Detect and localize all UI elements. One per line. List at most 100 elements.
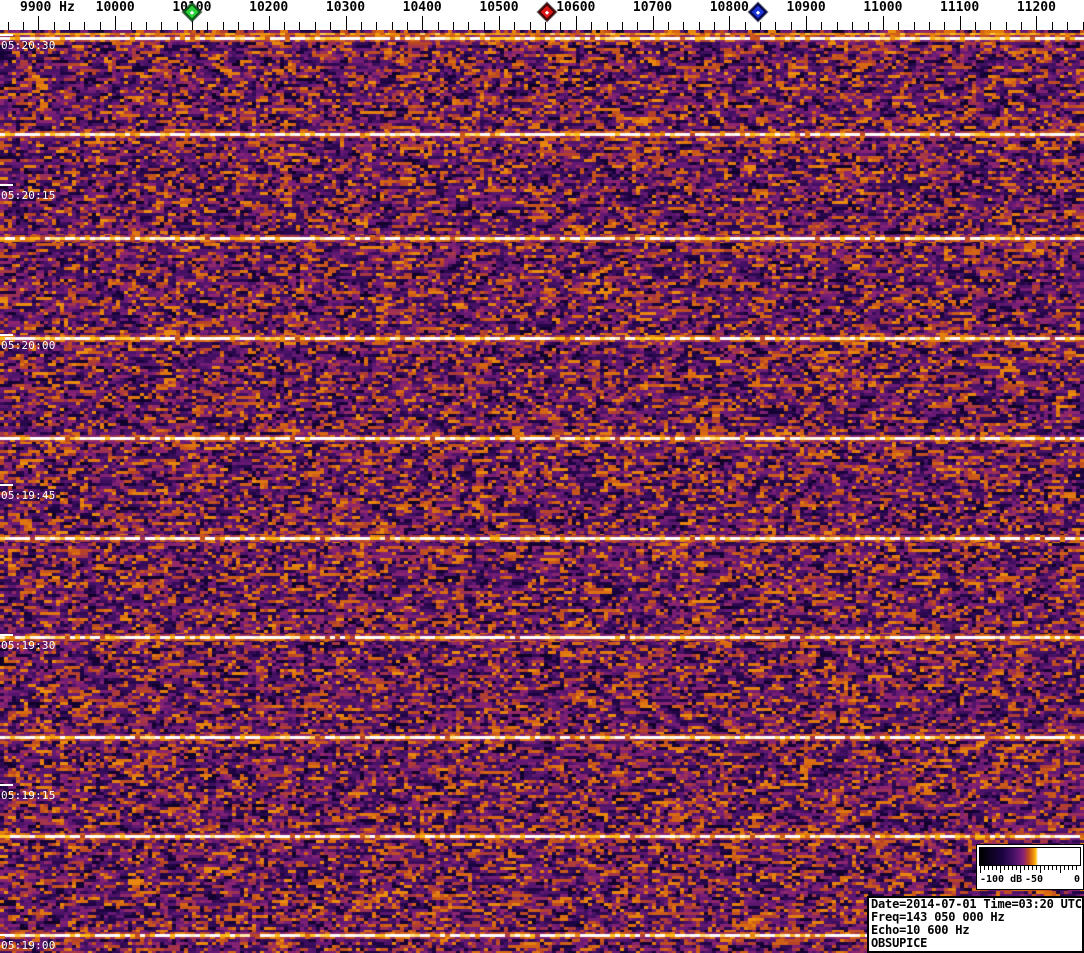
freq-major-tick <box>499 16 500 30</box>
freq-major-tick <box>38 16 40 30</box>
freq-major-tick <box>268 16 270 30</box>
freq-tick-label: 9900 Hz <box>19 0 75 15</box>
spectrogram-app: 9900 Hz100001010010200103001040010500106… <box>0 0 1084 953</box>
freq-minor-tick <box>130 22 132 30</box>
freq-minor-tick <box>222 22 224 30</box>
freq-major-tick <box>652 16 654 30</box>
time-tick <box>0 334 13 336</box>
marker-center-dot <box>189 9 195 15</box>
freq-minor-tick <box>560 22 562 30</box>
freq-minor-tick <box>176 22 178 30</box>
freq-minor-tick <box>591 22 593 30</box>
freq-minor-tick <box>836 22 838 30</box>
freq-minor-tick <box>376 22 378 30</box>
colorbar-major-ticks <box>980 866 1080 873</box>
freq-minor-tick <box>760 22 761 30</box>
freq-minor-tick <box>391 22 393 30</box>
freq-minor-tick <box>667 22 669 30</box>
freq-minor-tick <box>314 22 316 30</box>
freq-tick-label: 11200 <box>1016 0 1056 15</box>
freq-minor-tick <box>621 22 623 30</box>
info-line-station: OBSUPICE <box>871 936 928 950</box>
freq-minor-tick <box>452 22 454 30</box>
freq-minor-tick <box>360 22 362 30</box>
freq-minor-tick <box>852 22 854 30</box>
freq-tick-label: 10500 <box>479 0 519 15</box>
freq-minor-tick <box>637 22 639 30</box>
freq-tick-label: 10400 <box>402 0 442 15</box>
time-label: 05:20:00 <box>1 339 56 352</box>
freq-minor-tick <box>437 22 439 30</box>
frequency-ruler[interactable]: 9900 Hz100001010010200103001040010500106… <box>0 0 1084 30</box>
freq-tick-label: 10700 <box>632 0 673 15</box>
freq-tick-label: 10900 <box>786 0 826 15</box>
time-tick <box>0 184 13 186</box>
freq-tick-label: 10000 <box>95 0 135 15</box>
colorbar-ticks <box>980 866 1080 874</box>
freq-major-tick <box>729 16 731 30</box>
freq-tick-label: 10300 <box>325 0 366 15</box>
freq-minor-tick <box>821 22 823 30</box>
freq-minor-tick <box>1067 22 1069 30</box>
freq-tick-label: 11100 <box>940 0 980 15</box>
freq-major-tick <box>422 16 424 30</box>
freq-minor-tick <box>284 22 286 30</box>
colorbar-label-min: -100 dB <box>980 874 1023 885</box>
time-tick <box>0 34 13 36</box>
time-label: 05:19:30 <box>1 639 56 652</box>
time-tick <box>0 484 13 486</box>
freq-minor-tick <box>898 22 900 30</box>
info-box: Date=2014-07-01 Time=03:20 UTC Freq=143 … <box>867 896 1084 953</box>
freq-minor-tick <box>406 22 408 30</box>
freq-minor-tick <box>299 22 301 30</box>
freq-tick-label: 10200 <box>249 0 289 15</box>
freq-tick-label: 10800 <box>709 0 749 15</box>
freq-major-tick <box>345 16 347 30</box>
freq-major-tick <box>115 16 117 30</box>
freq-minor-tick <box>606 22 608 30</box>
time-tick <box>0 784 13 786</box>
freq-minor-tick <box>1082 22 1084 30</box>
time-label: 05:19:45 <box>1 489 56 502</box>
freq-minor-tick <box>53 22 55 30</box>
freq-minor-tick <box>253 22 255 30</box>
freq-major-tick <box>882 16 884 30</box>
freq-major-tick <box>959 16 961 30</box>
colorbar-label-max: 0 <box>1073 874 1080 885</box>
freq-minor-tick <box>483 22 485 30</box>
freq-minor-tick <box>1005 22 1007 30</box>
freq-minor-tick <box>23 22 24 30</box>
freq-minor-tick <box>330 22 332 30</box>
freq-minor-tick <box>545 22 547 30</box>
freq-minor-tick <box>529 22 531 30</box>
freq-minor-tick <box>1051 22 1053 30</box>
freq-tick-label: 11000 <box>863 0 903 15</box>
time-label: 05:19:00 <box>1 939 56 952</box>
freq-minor-tick <box>99 22 101 30</box>
freq-major-tick <box>575 16 577 30</box>
freq-minor-tick <box>928 22 930 30</box>
freq-minor-tick <box>944 22 946 30</box>
time-tick <box>0 634 13 636</box>
time-label: 05:19:15 <box>1 789 56 802</box>
freq-minor-tick <box>69 22 71 30</box>
freq-minor-tick <box>207 22 209 30</box>
freq-minor-tick <box>1021 22 1022 30</box>
freq-tick-label: 10600 <box>556 0 596 15</box>
marker-red-diamond[interactable] <box>537 2 556 22</box>
freq-minor-tick <box>161 22 163 30</box>
spectrogram-canvas[interactable] <box>0 30 1084 953</box>
time-label: 05:20:30 <box>1 39 56 52</box>
freq-minor-tick <box>698 22 700 30</box>
freq-minor-tick <box>84 22 86 30</box>
colorbar-labels: -100 dB -50 0 <box>980 874 1080 887</box>
colorbar-label-mid: -50 <box>1024 874 1044 885</box>
freq-major-tick <box>806 16 808 30</box>
marker-blue-diamond[interactable] <box>748 2 767 22</box>
freq-minor-tick <box>7 22 9 30</box>
freq-minor-tick <box>744 22 746 30</box>
freq-major-tick <box>1036 16 1038 30</box>
freq-minor-tick <box>468 22 470 30</box>
time-label: 05:20:15 <box>1 189 56 202</box>
freq-minor-tick <box>238 22 239 30</box>
